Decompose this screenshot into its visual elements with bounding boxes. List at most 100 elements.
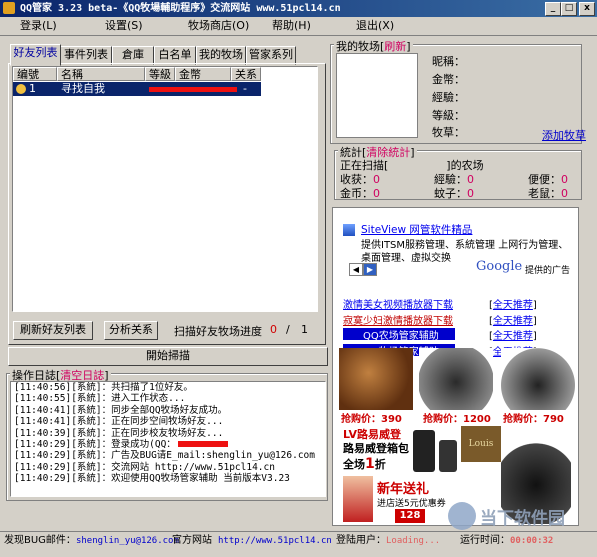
- grass-label: 牧草：: [432, 126, 465, 139]
- stat-gold: 金币：0: [340, 185, 380, 201]
- ad-rec-1: [全天推荐]: [489, 300, 537, 311]
- watermark-text: 当下软件园: [480, 509, 565, 529]
- newyear-ad-subtitle: 进店送5元优惠券: [377, 499, 446, 509]
- stat-label: 蚊子：: [434, 187, 467, 200]
- luggage-image: [439, 440, 457, 472]
- stat-value: 0: [467, 187, 474, 200]
- log-line: [11:40:29][系統]：欢迎使用QQ牧场管家辅助 当前版本V3.23: [14, 473, 290, 485]
- col-header-id[interactable]: 编號: [13, 67, 57, 81]
- prev-ad-icon[interactable]: ◀: [349, 263, 363, 276]
- stat-value: 0: [373, 187, 380, 200]
- menu-login[interactable]: 登录(L): [20, 18, 57, 34]
- title-bar[interactable]: QQ管家 3.23 beta-《QQ牧場輔助程序》交流网站 www.51pcl1…: [0, 0, 597, 17]
- menu-settings[interactable]: 设置(S): [105, 18, 143, 34]
- log-line: [11:40:55][系統]：进入工作状态...: [14, 393, 186, 405]
- row-name: 寻找自我: [61, 82, 105, 95]
- log-line: [11:40:29][系統]：交流网站 http://www.51pcl14.c…: [14, 461, 275, 473]
- gold-label: 金幣：: [432, 73, 465, 86]
- scan-separator: /: [286, 323, 290, 336]
- col-header-name[interactable]: 名稱: [57, 67, 145, 81]
- refresh-ranch-link[interactable]: 刷新: [384, 40, 406, 53]
- product-scarf-image[interactable]: [339, 348, 413, 410]
- avatar-icon: [16, 84, 26, 94]
- price-1: 抢购价：390: [341, 414, 402, 425]
- table-row[interactable]: 1 寻找自我 -: [13, 82, 261, 96]
- ad-link-2[interactable]: 寂寞少妇激情播放器下载: [343, 312, 453, 327]
- price-3: 抢购价：790: [503, 414, 564, 425]
- my-ranch-title-wrap: 我的牧场[刷新]: [334, 38, 413, 54]
- friends-table[interactable]: 编號 名稱 等級 金幣 关系 1 寻找自我 -: [12, 66, 318, 312]
- stat-value: 0: [561, 187, 568, 200]
- newyear-ad-price: 128: [395, 509, 425, 523]
- app-icon: [3, 2, 15, 14]
- redacted-mark: [149, 87, 237, 92]
- google-ads-suffix: 提供的广告: [525, 266, 571, 276]
- log-line-text: [11:40:29][系統]：登录成功(QQ：: [14, 439, 176, 451]
- lv-ad-discount: 全场1折: [343, 456, 386, 472]
- status-user-label: 登陆用户：: [336, 535, 386, 546]
- row-id: 1: [29, 82, 36, 95]
- maximize-button[interactable]: □: [561, 2, 577, 16]
- siteview-link[interactable]: SiteView 网管软件精品: [361, 222, 472, 237]
- add-grass-link[interactable]: 添加牧草: [542, 127, 586, 143]
- col-header-relation[interactable]: 关系: [231, 67, 261, 81]
- minimize-button[interactable]: _: [545, 2, 561, 16]
- bug-label: 发现BUG邮件：: [4, 535, 76, 546]
- rec-link[interactable]: 全天推荐: [493, 316, 533, 327]
- model-image: [343, 476, 373, 522]
- ad-link-3[interactable]: QQ农场管家辅助: [363, 327, 439, 342]
- lv-ad-subtitle: 路易威登箱包: [343, 442, 409, 455]
- scan-progress-label: 扫描好友牧场进度: [174, 325, 262, 338]
- watermark-logo-icon: [448, 502, 476, 530]
- stat-label: 金币：: [340, 187, 373, 200]
- rec-link[interactable]: 全天推荐: [493, 331, 533, 342]
- bug-email-link[interactable]: shenglin_yu@126.com: [76, 536, 179, 546]
- newyear-ad-title: 新年送礼: [377, 482, 430, 497]
- price-2: 抢购价：1200: [423, 414, 491, 425]
- status-site-link[interactable]: http://www.51pcl14.cn: [218, 534, 332, 548]
- refresh-friends-button[interactable]: 刷新好友列表: [13, 321, 93, 340]
- nickname-label: 昵稱：: [432, 55, 465, 68]
- close-button[interactable]: x: [579, 2, 595, 16]
- log-list[interactable]: [11:40:56][系統]：共扫描了1位好友。 [11:40:55][系統]：…: [10, 381, 326, 497]
- scan-total: 1: [301, 323, 308, 336]
- stat-mosquito: 蚊子：0: [434, 185, 474, 201]
- menu-help[interactable]: 帮助(H): [272, 18, 311, 34]
- log-line: [11:40:29][系統]：登录成功(QQ：: [11, 439, 325, 450]
- status-time-value: 00:00:32: [510, 536, 554, 546]
- product-shoes-image[interactable]: [501, 348, 575, 410]
- siteview-icon: [343, 224, 355, 236]
- col-header-level[interactable]: 等級: [145, 67, 175, 81]
- menu-exit[interactable]: 退出(X): [356, 18, 394, 34]
- lv-discount-suffix: 折: [374, 458, 386, 471]
- ad-rec-3: [全天推荐]: [489, 331, 537, 342]
- analyze-button[interactable]: 分析关系: [104, 321, 158, 340]
- scan-current: 0: [270, 323, 277, 336]
- level-label: 等級：: [432, 109, 465, 122]
- rec-link[interactable]: 全天推荐: [493, 300, 533, 311]
- stat-mouse: 老鼠：0: [528, 185, 568, 201]
- log-line: [11:40:39][系統]：正在同步校友牧场好友...: [14, 427, 224, 439]
- menu-divider: [0, 35, 597, 36]
- tab-friends[interactable]: 好友列表: [10, 44, 61, 66]
- ad-link-1[interactable]: 激情美女视频播放器下载: [343, 296, 453, 311]
- start-scan-button[interactable]: 開始掃描: [8, 347, 328, 366]
- window-title: QQ管家 3.23 beta-《QQ牧場輔助程序》交流网站 www.51pcl1…: [20, 3, 341, 14]
- next-ad-icon[interactable]: ▶: [363, 263, 377, 276]
- col-header-gold[interactable]: 金幣: [175, 67, 231, 81]
- status-site-label: 官方网站: [172, 535, 212, 546]
- status-bug: 发现BUG邮件：shenglin_yu@126.com: [4, 534, 179, 548]
- status-user-value: Loading...: [386, 536, 441, 546]
- menu-shop[interactable]: 牧场商店(O): [188, 18, 249, 34]
- stat-label: 老鼠：: [528, 187, 561, 200]
- ad-panel[interactable]: SiteView 网管软件精品 提供ITSM服務管理、系統管理 上网行为管理、 …: [332, 207, 579, 526]
- log-line: [11:40:41][系統]：同步全部QQ牧场好友成功。: [14, 404, 228, 416]
- lv-discount-number: 1: [365, 456, 375, 472]
- exp-label: 經驗：: [432, 91, 465, 104]
- siteview-text-2: 桌面管理、虚拟交换: [361, 253, 451, 264]
- louis-vuitton-logo: Louis: [461, 426, 501, 462]
- avatar: [336, 53, 418, 138]
- product-bag-image[interactable]: [419, 348, 493, 410]
- google-logo: Google: [476, 259, 523, 274]
- my-ranch-title: 我的牧场: [336, 40, 380, 53]
